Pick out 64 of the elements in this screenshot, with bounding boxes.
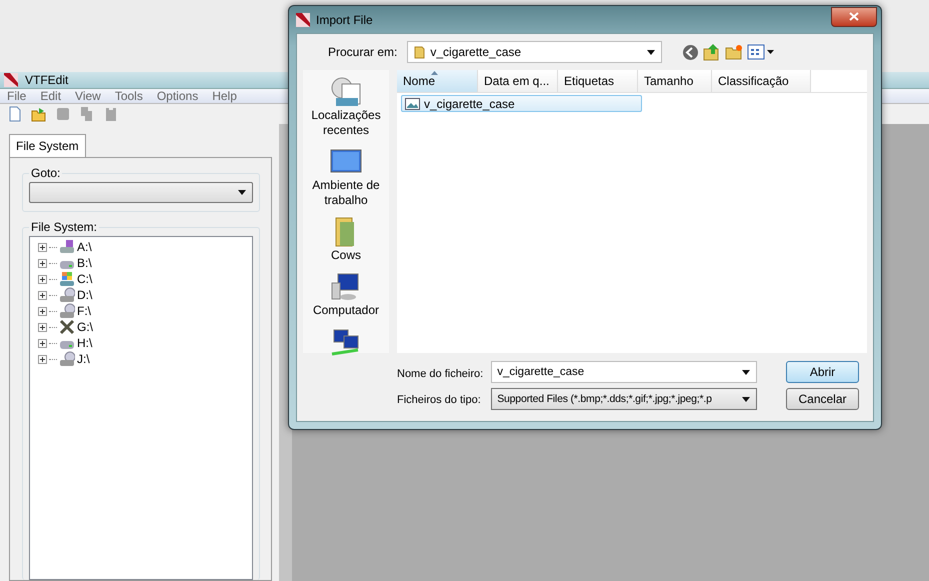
tree-item[interactable]: F:\: [77, 304, 91, 318]
close-button[interactable]: [831, 6, 877, 26]
tree-item[interactable]: B:\: [77, 256, 92, 270]
menu-item[interactable]: File: [0, 89, 34, 103]
group-label: Goto:: [30, 166, 62, 180]
dialog-button[interactable]: Cancelar: [786, 388, 859, 410]
menu-item[interactable]: Help: [205, 89, 244, 103]
place-item[interactable]: Localizações recentes: [304, 108, 388, 138]
dropdown-arrow-icon: [647, 50, 656, 54]
image-file-icon: [405, 98, 420, 110]
new-folder-icon[interactable]: [725, 44, 744, 60]
dropdown-arrow-icon: [742, 370, 750, 374]
expand-icon[interactable]: [38, 258, 47, 268]
tab[interactable]: File System: [9, 134, 86, 157]
new-file-icon[interactable]: [7, 106, 23, 122]
look-in-dropdown[interactable]: v_cigarette_case: [407, 41, 662, 63]
dialog-button[interactable]: Abrir: [786, 361, 859, 383]
group-label: File System:: [30, 220, 98, 234]
menu-item[interactable]: View: [68, 89, 108, 103]
field-label: Nome do ficheiro:: [397, 366, 484, 382]
column-header[interactable]: Classificação: [712, 70, 811, 92]
field-label: Procurar em:: [328, 45, 398, 59]
place-item[interactable]: Computador: [312, 303, 380, 318]
file-name-field[interactable]: v_cigarette_case: [491, 361, 758, 383]
tree-item[interactable]: D:\: [77, 288, 92, 302]
view-menu-icon[interactable]: [747, 44, 776, 60]
back-icon[interactable]: [682, 44, 700, 60]
column-header[interactable]: Etiquetas: [558, 70, 638, 92]
folder-icon: [414, 45, 426, 59]
column-header[interactable]: Nome: [397, 70, 478, 92]
tree-item[interactable]: A:\: [77, 240, 92, 254]
menu-item[interactable]: Edit: [33, 89, 68, 103]
expand-icon[interactable]: [38, 354, 47, 364]
menu-item[interactable]: Options: [150, 89, 206, 103]
window-title: VTFEdit: [25, 73, 68, 87]
tree-item[interactable]: H:\: [77, 336, 92, 350]
expand-icon[interactable]: [38, 290, 47, 300]
place-item[interactable]: Ambiente de trabalho: [304, 178, 388, 208]
close-icon: [849, 12, 859, 21]
place-item[interactable]: Cows: [330, 248, 361, 263]
menu-item[interactable]: Tools: [108, 89, 150, 103]
sort-arrow-icon: [431, 71, 438, 75]
tree-item[interactable]: C:\: [77, 272, 92, 286]
dialog-title: Import File: [316, 12, 373, 26]
dropdown-arrow-icon: [238, 190, 246, 195]
expand-icon[interactable]: [38, 242, 47, 252]
column-header[interactable]: Tamanho: [638, 70, 712, 92]
goto-dropdown[interactable]: [29, 182, 253, 203]
open-folder-icon[interactable]: [31, 106, 47, 122]
recent-places-icon: [330, 76, 362, 108]
expand-icon[interactable]: [38, 306, 47, 316]
column-header[interactable]: Data em q...: [478, 70, 558, 92]
file-type-dropdown[interactable]: Supported Files (*.bmp;*.dds;*.gif;*.jpg;*.jpeg;*.p: [491, 388, 758, 410]
list-row[interactable]: v_cigarette_case: [401, 95, 642, 112]
app-icon: [3, 72, 19, 88]
expand-icon[interactable]: [38, 274, 47, 284]
app-icon: [295, 12, 311, 28]
tree-item[interactable]: G:\: [77, 320, 94, 334]
expand-icon[interactable]: [38, 322, 47, 332]
folder-up-icon[interactable]: [703, 43, 722, 61]
field-label: Ficheiros do tipo:: [397, 392, 482, 408]
expand-icon[interactable]: [38, 338, 47, 348]
tree-item[interactable]: J:\: [77, 352, 90, 366]
dropdown-arrow-icon: [742, 396, 750, 402]
